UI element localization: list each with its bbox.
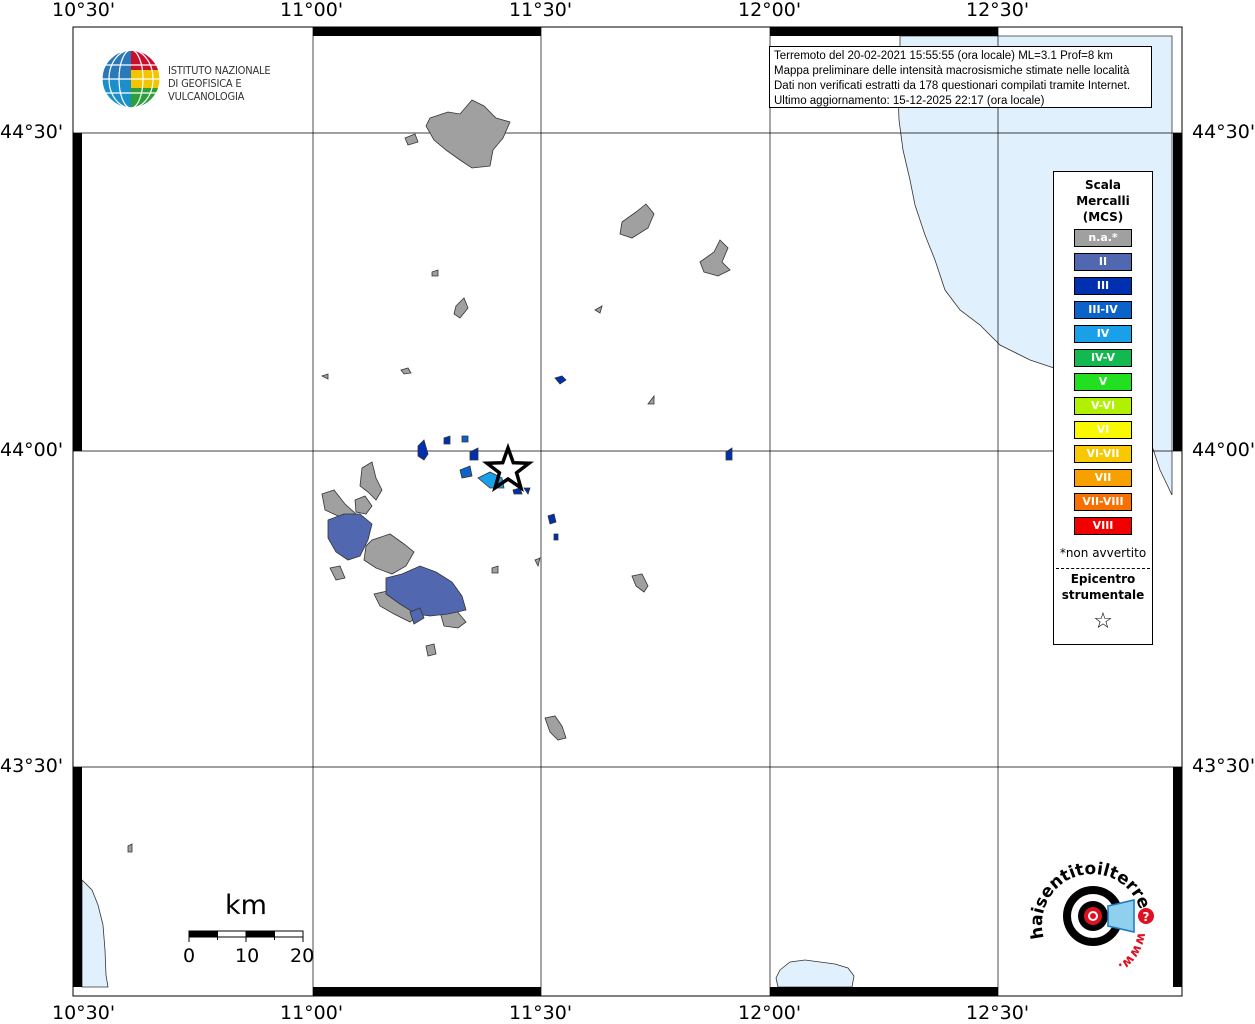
event-info-line: Ultimo aggiornamento: 15-12-2025 22:17 (… <box>774 95 1045 107</box>
legend-swatch: IV <box>1074 325 1132 343</box>
lon-label-bottom: 11°00' <box>280 1002 344 1024</box>
legend-epicenter-label: Epicentro strumentale <box>1054 571 1152 603</box>
lat-label-left: 44°30' <box>0 121 64 143</box>
svg-text:?: ? <box>1143 910 1150 924</box>
lon-label-top: 12°30' <box>966 0 1030 21</box>
legend-swatch: II <box>1074 253 1132 271</box>
legend-swatch: III-IV <box>1074 301 1132 319</box>
lat-label-left: 44°00' <box>0 439 64 461</box>
lon-label-top: 10°30' <box>52 0 116 21</box>
ingv-name-line2: DI GEOFISICA E VULCANOLOGIA <box>168 77 245 103</box>
lon-label-bottom: 11°30' <box>509 1002 573 1024</box>
legend-title-line: Mercalli <box>1076 194 1130 208</box>
legend-swatch: n.a.* <box>1074 229 1132 247</box>
scale-label: 20 <box>290 945 315 967</box>
event-info-line: Dati non verificati estratti da 178 ques… <box>774 80 1131 92</box>
lat-label-right: 43°30' <box>1192 755 1255 777</box>
hsit-url-prefix: www. <box>1115 931 1149 974</box>
scale-bar-graphic <box>188 930 304 942</box>
lon-label-bottom: 12°00' <box>738 1002 802 1024</box>
legend-swatch: III <box>1074 277 1132 295</box>
lat-label-left: 43°30' <box>0 755 64 777</box>
legend-epicenter-line: Epicentro <box>1070 572 1136 586</box>
scale-label: 10 <box>235 945 260 967</box>
event-info-line: Mappa preliminare delle intensità macros… <box>774 65 1130 77</box>
legend-epicenter-line: strumentale <box>1061 588 1145 602</box>
lon-label-top: 11°30' <box>509 0 573 21</box>
event-info-box: Terremoto del 20-02-2021 15:55:55 (ora l… <box>769 46 1152 108</box>
legend-divider <box>1056 568 1150 569</box>
star-icon: ☆ <box>1093 609 1113 634</box>
legend-title-line: Scala <box>1084 178 1122 192</box>
legend-swatch: VII-VIII <box>1074 493 1132 511</box>
legend-swatch: VI <box>1074 421 1132 439</box>
lon-label-top: 12°00' <box>738 0 802 21</box>
scale-label: 0 <box>183 945 196 967</box>
legend-swatch: VIII <box>1074 517 1132 535</box>
ingv-name-line1: ISTITUTO NAZIONALE <box>168 64 271 77</box>
legend-title: Scala Mercalli (MCS) <box>1054 177 1152 225</box>
legend-swatch: IV-V <box>1074 349 1132 367</box>
lat-label-right: 44°00' <box>1192 439 1255 461</box>
scale-bar: km 0 10 20 <box>180 890 320 970</box>
event-info-line: Terremoto del 20-02-2021 15:55:55 (ora l… <box>774 50 1113 62</box>
globe-icon <box>101 49 161 109</box>
hsit-logo-graphic: ? haisentitoilterremoto.it www. <box>1021 845 1154 974</box>
lon-label-bottom: 12°30' <box>966 1002 1030 1024</box>
ingv-logo: ISTITUTO NAZIONALE DI GEOFISICA E VULCAN… <box>100 48 320 110</box>
legend-swatch: VI-VII <box>1074 445 1132 463</box>
svg-text:www.: www. <box>1115 931 1149 974</box>
legend-note: *non avvertito <box>1059 546 1147 560</box>
lon-label-top: 11°00' <box>280 0 344 21</box>
lat-label-right: 44°30' <box>1192 121 1255 143</box>
legend-swatch: V <box>1074 373 1132 391</box>
intensity-legend: Scala Mercalli (MCS) n.a.* II III III-IV IV I… <box>1053 171 1153 645</box>
lon-label-bottom: 10°30' <box>52 1002 116 1024</box>
hsit-logo[interactable]: ? haisentitoilterremoto.it www. <box>1021 845 1160 980</box>
legend-swatch: V-VI <box>1074 397 1132 415</box>
legend-swatch: VII <box>1074 469 1132 487</box>
legend-title-line: (MCS) <box>1082 210 1124 224</box>
